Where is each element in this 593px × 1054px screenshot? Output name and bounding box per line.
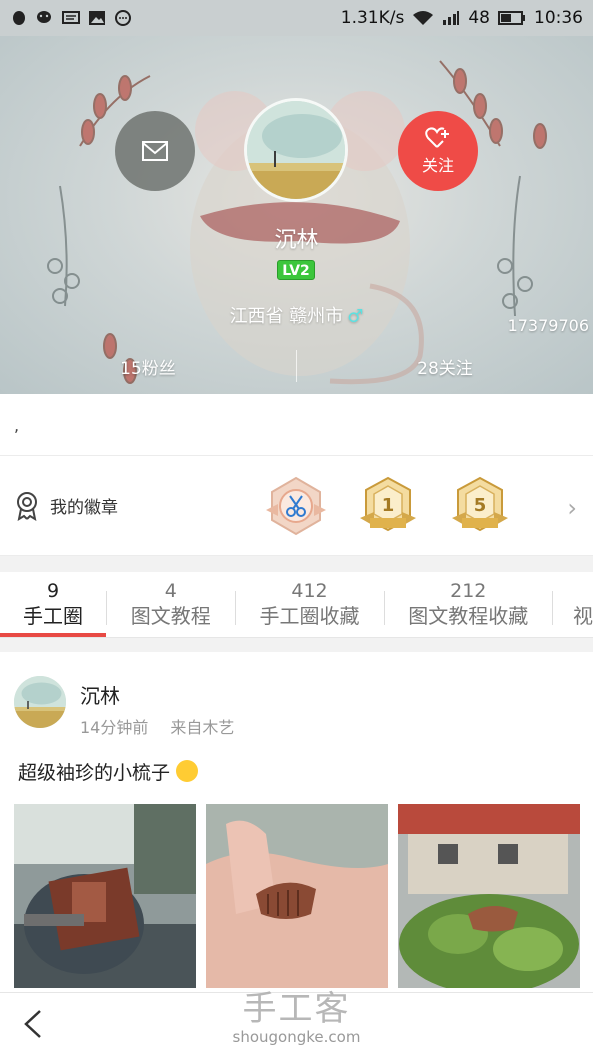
wechat-icon [37, 11, 51, 23]
badges-row[interactable]: 我的徽章 1 5 › [0, 456, 593, 556]
location-text: 江西省 赣州市 [229, 306, 344, 327]
profile-avatar[interactable] [244, 98, 348, 202]
wifi-icon [413, 11, 434, 25]
post-photo[interactable] [14, 804, 196, 988]
tab-label: 手工圈 [23, 604, 83, 628]
tab-count: 212 [450, 580, 487, 602]
clock: 10:36 [534, 8, 583, 28]
post-photo[interactable] [398, 804, 580, 988]
chevron-right-icon[interactable]: › [567, 494, 577, 522]
post-card[interactable]: 沉林 14分钟前 来自木艺 超级袖珍的小梳子 [0, 652, 593, 992]
heart-plus-icon [425, 127, 449, 148]
tab-video[interactable]: 视 [553, 572, 593, 637]
message-button[interactable] [115, 111, 195, 191]
badge-list: 1 5 [264, 474, 512, 538]
watermark: 手工客 shougongke.com [0, 981, 593, 1046]
status-bar-system: 1.31K/s 48 10:36 [341, 8, 583, 28]
tab-label: 图文教程 [130, 604, 211, 628]
post-text-content: 超级袖珍的小梳子 [18, 762, 171, 784]
gold-badge-icon: 1 [360, 476, 416, 531]
tab-circle-favorites[interactable]: 412 手工圈收藏 [236, 572, 384, 637]
fans-count[interactable]: 15粉丝 [0, 354, 296, 379]
header-background-illustration [47, 60, 547, 385]
tab-tutorials[interactable]: 4 图文教程 [107, 572, 235, 637]
post-photo[interactable] [206, 804, 388, 988]
gold-badge-1[interactable]: 1 [356, 474, 420, 538]
male-icon: ♂ [347, 306, 364, 327]
avatar-landscape-image [14, 676, 66, 728]
post-time: 14分钟前 [80, 718, 149, 737]
award-ribbon-icon [17, 491, 37, 521]
watermark-title: 手工客 [242, 989, 351, 1029]
content-tabs: 9 手工圈 4 图文教程 412 手工圈收藏 212 图文教程收藏 视 [0, 572, 593, 638]
tab-count: 9 [46, 580, 60, 602]
signal-icon [443, 11, 460, 25]
tab-tutorial-favorites[interactable]: 212 图文教程收藏 [384, 572, 552, 637]
gold-badge-5[interactable]: 5 [448, 474, 512, 538]
post-photos [14, 804, 580, 988]
status-bar: 1.31K/s 48 10:36 [0, 0, 593, 36]
qq-icon [13, 11, 25, 25]
watermark-url: shougongke.com [232, 1028, 361, 1046]
tab-label: 图文教程收藏 [408, 604, 529, 628]
post-author-name[interactable]: 沉林 [80, 680, 120, 709]
profile-screen: 1.31K/s 48 10:36 关注 沉林 LV2 江西省 赣州市 ♂ 173… [0, 0, 593, 1054]
signal-text: 48 [468, 8, 490, 28]
tab-count [573, 580, 593, 602]
gold-badge-icon: 5 [452, 476, 508, 531]
section-spacer [0, 638, 593, 652]
more-icon [115, 10, 131, 26]
tab-count: 4 [164, 580, 177, 602]
battery-icon [498, 11, 525, 25]
profile-header: 关注 沉林 LV2 江西省 赣州市 ♂ 17379706 15粉丝 28关注 [0, 36, 593, 394]
photo-succulents-comb [398, 804, 580, 988]
level-badge: LV2 [277, 260, 315, 280]
follow-label: 关注 [421, 156, 454, 175]
post-text: 超级袖珍的小梳子 [18, 758, 199, 785]
profile-bio: , [0, 394, 593, 456]
post-source: 来自木艺 [170, 718, 235, 737]
message-icon [62, 11, 80, 24]
location: 江西省 赣州市 ♂ [0, 302, 593, 328]
badges-title: 我的徽章 [14, 491, 254, 521]
tab-handmade-circle[interactable]: 9 手工圈 [0, 572, 106, 637]
following-count[interactable]: 28关注 [297, 354, 593, 379]
tab-count: 412 [291, 580, 328, 602]
envelope-icon [142, 141, 168, 161]
badge-number: 1 [382, 495, 395, 516]
photo-hand-comb [206, 804, 388, 988]
section-spacer [0, 556, 593, 572]
image-icon [89, 11, 105, 25]
bottom-bar: 手工客 shougongke.com [0, 989, 593, 1054]
tab-label: 视 [573, 604, 593, 628]
scissors-badge-icon[interactable] [264, 474, 328, 538]
photo-vise-comb [14, 804, 196, 988]
badge-number: 5 [474, 495, 487, 516]
tab-label: 手工圈收藏 [259, 604, 360, 628]
follow-stats: 15粉丝 28关注 [0, 348, 593, 384]
user-id: 17379706 [507, 316, 589, 335]
badges-title-text: 我的徽章 [50, 498, 118, 518]
post-meta: 14分钟前 来自木艺 [80, 714, 234, 738]
status-bar-notifications [10, 10, 132, 26]
post-author-avatar[interactable] [14, 676, 66, 728]
follow-button[interactable]: 关注 [398, 111, 478, 191]
smile-emoji-icon [176, 760, 199, 782]
username: 沉林 [274, 228, 319, 253]
network-speed: 1.31K/s [340, 8, 405, 28]
